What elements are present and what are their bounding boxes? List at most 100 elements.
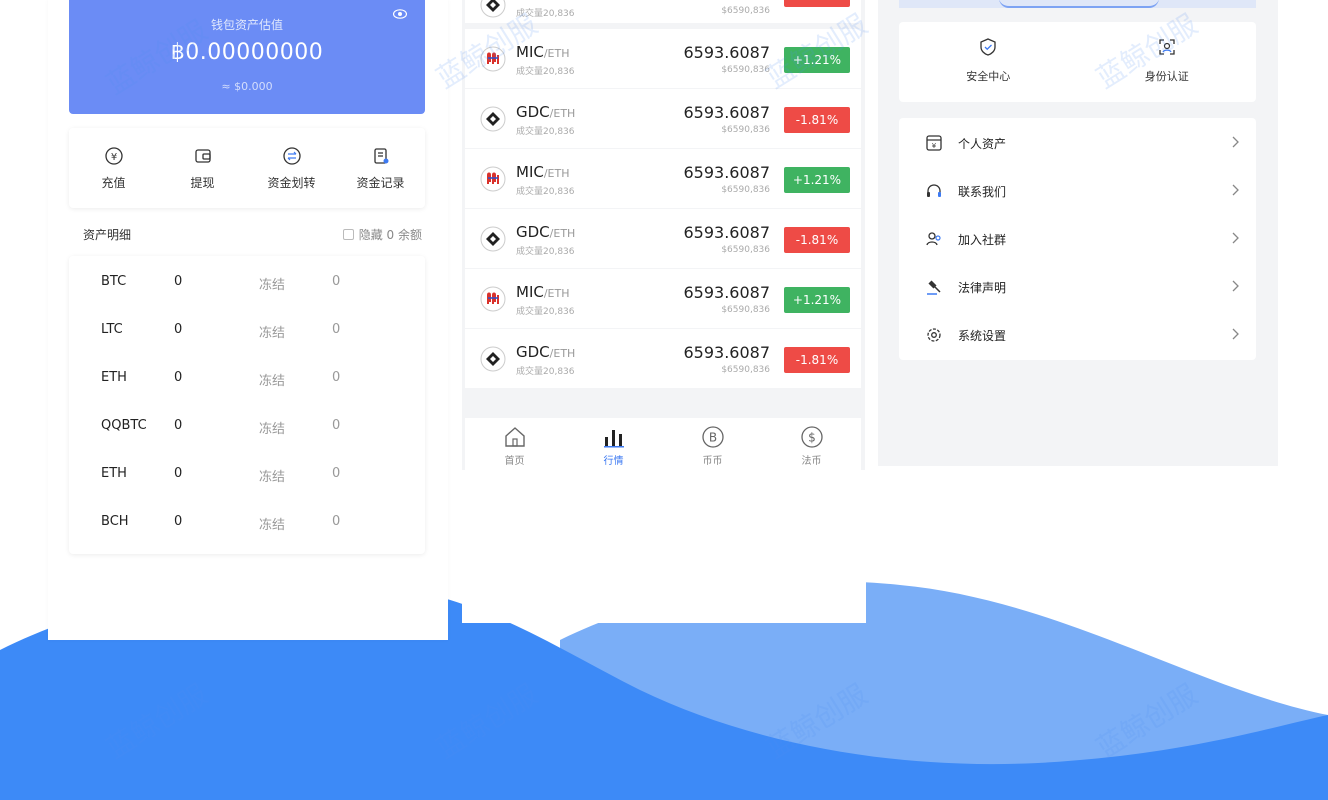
menu-label: 个人资产 xyxy=(958,137,1007,151)
dollar-icon: $ xyxy=(800,426,823,448)
security-card: 安全中心 身份认证 xyxy=(899,22,1256,102)
coin-volume: 成交量20,836 xyxy=(516,247,575,257)
wallet-usd-value: ≈ $0.000 xyxy=(221,80,273,93)
svg-text:¥: ¥ xyxy=(932,142,937,150)
withdraw-button[interactable]: 提现 xyxy=(158,128,247,208)
deposit-button[interactable]: ¥ 充值 xyxy=(69,128,158,208)
chevron-right-icon xyxy=(1232,328,1239,340)
hide-zero-checkbox[interactable] xyxy=(342,229,354,240)
menu-item-assets[interactable]: ¥ 个人资产 xyxy=(899,118,1256,166)
home-icon xyxy=(504,427,525,447)
asset-balance: 0 xyxy=(174,418,183,433)
coin-price: 6593.6087 xyxy=(683,283,770,302)
market-row[interactable]: GDC/ETH 成交量20,836 6593.6087 $6590,836 -1.81% xyxy=(465,209,861,268)
asset-row[interactable]: QQBTC 0 冻结 0 xyxy=(69,400,425,448)
market-panel-extension xyxy=(462,483,866,623)
chevron-right-icon xyxy=(1232,280,1239,292)
frozen-label: 冻结 xyxy=(259,278,286,293)
asset-balance: 0 xyxy=(174,370,183,385)
gdc-coin-icon xyxy=(480,0,506,18)
coin-price: 6593.6087 xyxy=(683,223,770,242)
wallet-label: 钱包资产估值 xyxy=(210,18,283,32)
coin-price: 6593.6087 xyxy=(683,163,770,182)
wallet-summary-card: 钱包资产估值 ฿0.00000000 ≈ $0.000 xyxy=(69,0,425,114)
hide-zero-toggle[interactable]: 隐藏 0 余额 xyxy=(342,226,422,243)
coin-quote: /ETH xyxy=(543,287,570,300)
nav-coin[interactable]: B 币币 xyxy=(663,418,762,470)
menu-item-legal[interactable]: 法律声明 xyxy=(899,262,1256,310)
coin-price: 6593.6087 xyxy=(683,343,770,362)
change-badge: -1.81% xyxy=(784,227,850,253)
change-badge: -1.81% xyxy=(784,107,850,133)
market-row[interactable]: MIC/ETH 成交量20,836 6593.6087 $6590,836 +1.21% xyxy=(465,149,861,208)
gavel-icon xyxy=(927,280,941,295)
bottom-nav: 首页 行情 B 币币 $ 法币 xyxy=(465,418,861,470)
asset-balance: 0 xyxy=(174,514,183,529)
nav-market[interactable]: 行情 xyxy=(564,418,663,470)
profile-header-strip xyxy=(899,0,1256,8)
asset-name: ETH xyxy=(101,466,127,481)
mic-coin-icon xyxy=(480,166,506,192)
svg-text:¥: ¥ xyxy=(110,152,116,163)
asset-name: BTC xyxy=(101,274,127,289)
transfer-icon xyxy=(282,147,301,165)
change-badge: -1.81% xyxy=(784,347,850,373)
eye-icon[interactable] xyxy=(393,9,407,19)
asset-row[interactable]: LTC 0 冻结 0 xyxy=(69,304,425,352)
record-button[interactable]: 资金记录 xyxy=(336,128,425,208)
asset-name: LTC xyxy=(101,322,123,337)
change-badge: +1.21% xyxy=(784,167,850,193)
identity-verify-button[interactable]: 身份认证 xyxy=(1078,22,1257,102)
face-scan-icon xyxy=(1159,39,1175,55)
nav-home[interactable]: 首页 xyxy=(465,418,564,470)
market-row[interactable]: 成交量20,836 $6590,836 xyxy=(465,0,861,23)
frozen-amount: 0 xyxy=(332,322,341,337)
frozen-label: 冻结 xyxy=(259,326,286,341)
menu-label: 法律声明 xyxy=(958,281,1007,295)
asset-row[interactable]: BCH 0 冻结 0 xyxy=(69,496,425,544)
transfer-button[interactable]: 资金划转 xyxy=(247,128,336,208)
chevron-right-icon xyxy=(1232,184,1239,196)
asset-balance: 0 xyxy=(174,322,183,337)
coin-pair: MIC/ETH xyxy=(516,163,570,181)
asset-detail-title: 资产明细 xyxy=(83,228,132,242)
asset-detail-header: 资产明细 隐藏 0 余额 xyxy=(83,226,422,244)
asset-icon: ¥ xyxy=(926,135,942,151)
frozen-amount: 0 xyxy=(332,418,341,433)
market-row[interactable]: GDC/ETH 成交量20,836 6593.6087 $6590,836 -1.81% xyxy=(465,89,861,148)
identity-verify-label: 身份认证 xyxy=(1144,70,1189,83)
frozen-label: 冻结 xyxy=(259,422,286,437)
coin-price: 6593.6087 xyxy=(683,43,770,62)
coin-usd-price: $6590,836 xyxy=(721,65,770,75)
mic-coin-icon xyxy=(480,46,506,72)
asset-name: BCH xyxy=(101,514,129,529)
market-panel: 成交量20,836 $6590,836 MIC/ETH 成交量20,836 6593… xyxy=(462,0,865,470)
gdc-coin-icon xyxy=(480,226,506,252)
menu-item-settings[interactable]: 系统设置 xyxy=(899,310,1256,358)
coin-base: MIC xyxy=(516,283,544,301)
coin-pair: MIC/ETH xyxy=(516,43,570,61)
menu-label: 系统设置 xyxy=(958,329,1007,343)
frozen-amount: 0 xyxy=(332,274,341,289)
asset-row[interactable]: ETH 0 冻结 0 xyxy=(69,448,425,496)
nav-fiat[interactable]: $ 法币 xyxy=(762,418,861,470)
asset-row[interactable]: BTC 0 冻结 0 xyxy=(69,256,425,304)
asset-row[interactable]: ETH 0 冻结 0 xyxy=(69,352,425,400)
deposit-icon: ¥ xyxy=(104,147,123,165)
coin-base: MIC xyxy=(516,163,544,181)
profile-header-arc xyxy=(999,0,1159,8)
security-center-button[interactable]: 安全中心 xyxy=(899,22,1078,102)
market-row[interactable]: MIC/ETH 成交量20,836 6593.6087 $6590,836 +1.21% xyxy=(465,29,861,88)
menu-item-community[interactable]: 加入社群 xyxy=(899,214,1256,262)
nav-coin-label: 币币 xyxy=(702,456,723,467)
nav-home-label: 首页 xyxy=(504,456,525,467)
coin-usd-price: $6590,836 xyxy=(721,185,770,195)
coin-quote: /ETH xyxy=(549,227,576,240)
market-row[interactable]: GDC/ETH 成交量20,836 6593.6087 $6590,836 -1.81% xyxy=(465,329,861,388)
market-row[interactable]: MIC/ETH 成交量20,836 6593.6087 $6590,836 +1.21% xyxy=(465,269,861,328)
frozen-label: 冻结 xyxy=(259,518,286,533)
coin-volume: 成交量20,836 xyxy=(516,367,575,377)
menu-item-contact[interactable]: 联系我们 xyxy=(899,166,1256,214)
coin-pair: GDC/ETH xyxy=(516,223,575,241)
record-icon xyxy=(373,148,388,164)
